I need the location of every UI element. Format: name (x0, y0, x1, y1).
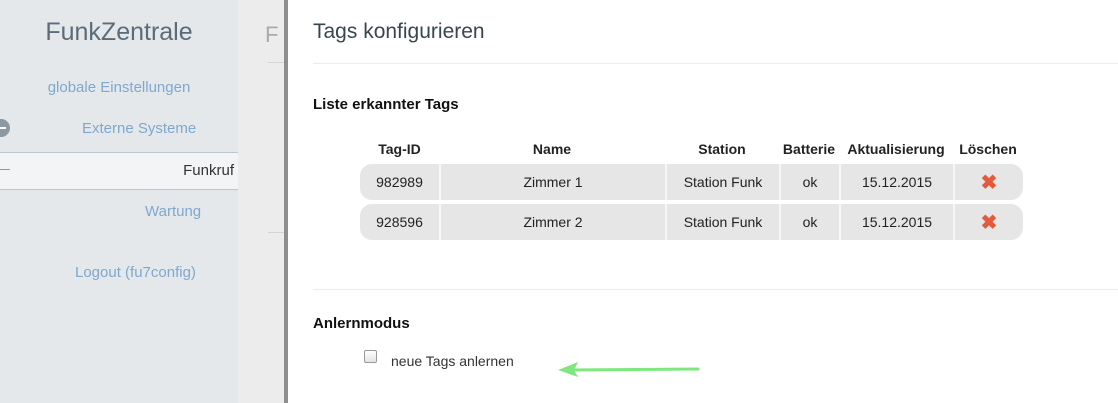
background-panel: F (238, 0, 288, 403)
sidebar-item-funkruf[interactable]: Funkruf (0, 152, 238, 190)
sidebar: FunkZentrale globale Einstellungen Exter… (0, 0, 238, 403)
collapse-icon (0, 169, 10, 170)
learn-tags-label: neue Tags anlernen (391, 353, 514, 369)
cell-battery: ok (779, 204, 839, 240)
arrow-icon (558, 362, 700, 377)
dialog: Tags konfigurieren Liste erkannter Tags … (288, 0, 1118, 403)
cell-station: Station Funk (665, 204, 779, 240)
learn-tags-checkbox[interactable] (364, 350, 377, 363)
divider (268, 62, 284, 63)
table-row: 928596 Zimmer 2 Station Funk ok 15.12.20… (360, 204, 1023, 240)
background-panel-title: F (265, 22, 279, 47)
column-header-name: Name (532, 141, 572, 157)
table-row: 982989 Zimmer 1 Station Funk ok 15.12.20… (360, 164, 1023, 200)
cell-battery: ok (779, 164, 839, 200)
cell-updated: 15.12.2015 (839, 204, 953, 240)
cell-updated: 15.12.2015 (839, 164, 953, 200)
brand-title: FunkZentrale (45, 18, 193, 46)
learn-mode-section-title: Anlernmodus (313, 315, 410, 332)
cell-name: Zimmer 1 (439, 164, 665, 200)
cell-tag-id: 928596 (360, 204, 439, 240)
cell-delete: ✖ (953, 164, 1023, 200)
page-title: Tags konfigurieren (313, 20, 485, 43)
table-header-row: Tag-ID Name Station Batterie Aktualisier… (360, 138, 1023, 160)
divider (313, 63, 1118, 64)
cell-tag-id: 982989 (360, 164, 439, 200)
tags-section-title: Liste erkannter Tags (313, 96, 459, 113)
column-header-updated: Aktualisierung (847, 141, 945, 157)
column-header-tag-id: Tag-ID (378, 141, 421, 157)
tags-table: Tag-ID Name Station Batterie Aktualisier… (360, 134, 1023, 244)
sidebar-item-label: Funkruf (183, 162, 234, 179)
divider (313, 289, 1118, 290)
column-header-delete: Löschen (959, 141, 1017, 157)
sidebar-item-global-settings[interactable]: globale Einstellungen (0, 79, 238, 96)
divider (268, 232, 284, 233)
delete-icon[interactable]: ✖ (981, 172, 998, 194)
cell-delete: ✖ (953, 204, 1023, 240)
column-header-battery: Batterie (782, 141, 836, 157)
cell-station: Station Funk (665, 164, 779, 200)
cell-name: Zimmer 2 (439, 204, 665, 240)
delete-icon[interactable]: ✖ (981, 212, 998, 234)
column-header-station: Station (698, 141, 746, 157)
